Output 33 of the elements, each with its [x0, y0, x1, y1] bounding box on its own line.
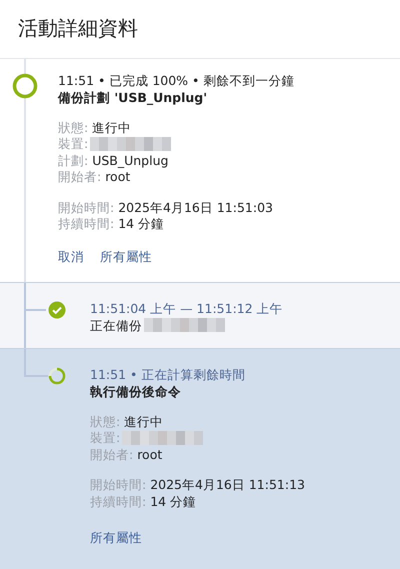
field-label: 裝置:	[90, 430, 120, 446]
field-label: 狀態:	[58, 120, 88, 136]
field-label: 開始時間:	[90, 477, 146, 494]
field-value: root	[136, 446, 162, 463]
action-link[interactable]: 所有屬性	[90, 530, 142, 547]
action-link[interactable]: 取消	[58, 248, 84, 266]
field-label: 裝置:	[58, 136, 88, 152]
field-label: 開始時間:	[58, 200, 114, 216]
panel-title: 活動詳細資料	[18, 15, 138, 42]
step-headline: 11:51 • 正在計算剩餘時間	[90, 366, 246, 382]
step-headline: 11:51:04 上午 — 11:51:12 上午	[90, 300, 283, 316]
field-value: 進行中	[123, 414, 164, 430]
field-label: 計劃:	[58, 152, 88, 169]
field-value: 14 分鐘	[117, 216, 164, 232]
step-name: 正在備份	[90, 316, 142, 334]
field-value: root	[104, 169, 130, 186]
field-label: 持續時間:	[90, 494, 146, 510]
field-value: 2025年4月16日 11:51:13	[149, 477, 305, 494]
action-link[interactable]: 所有屬性	[100, 248, 152, 266]
step-name: 執行備份後命令	[90, 382, 181, 400]
field-value: 14 分鐘	[149, 494, 196, 510]
step-headline: 11:51 • 已完成 100% • 剩餘不到一分鐘	[58, 72, 294, 88]
step-row[interactable]: 11:51:04 上午 — 11:51:12 上午 正在備份	[0, 282, 400, 348]
step-name: 備份計劃 'USB_Unplug'	[58, 88, 208, 106]
field-value: USB_Unplug	[91, 152, 168, 169]
connector-line	[24, 348, 48, 376]
step-row[interactable]: 11:51 • 正在計算剩餘時間 執行備份後命令 狀態: 進行中 裝置: 開始者: root 開始時間: 2025年4月16日 11:51:13 持續時間: 14 分鐘 所有屬性	[0, 348, 400, 569]
field-label: 開始者:	[90, 446, 134, 463]
field-value: 2025年4月16日 11:51:03	[117, 200, 273, 216]
field-label: 狀態:	[90, 414, 120, 430]
field-label: 開始者:	[58, 169, 102, 186]
field-value: 進行中	[91, 120, 132, 136]
field-label: 持續時間:	[58, 216, 114, 232]
